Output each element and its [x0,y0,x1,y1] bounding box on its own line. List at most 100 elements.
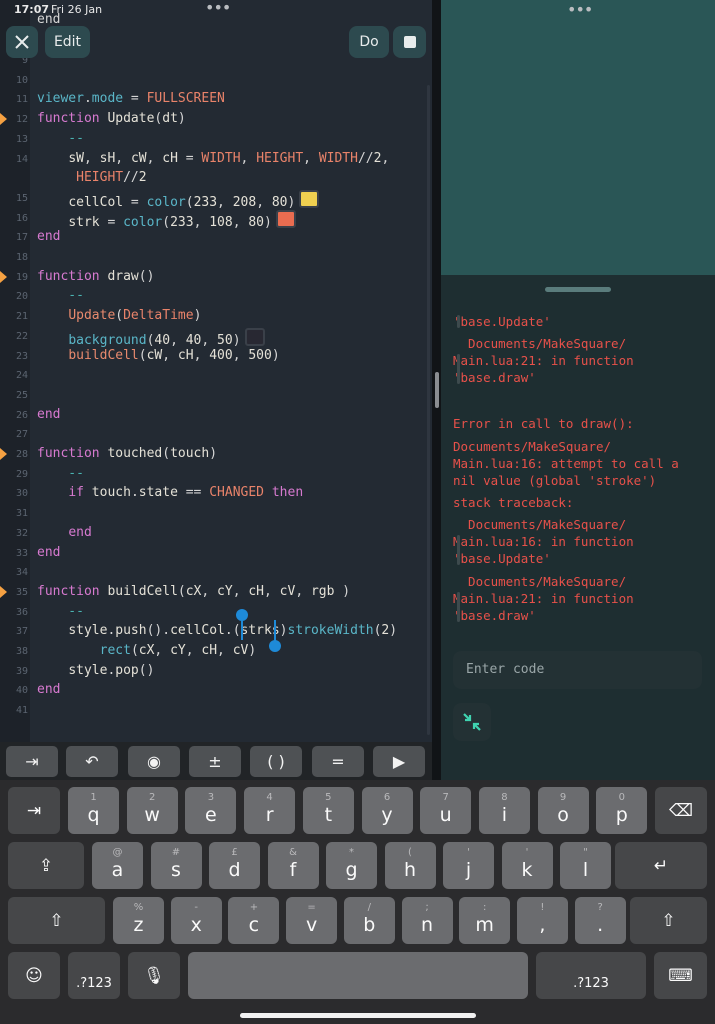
preview-tool-button[interactable]: ◉ [128,746,180,777]
code-editor[interactable]: 9 10 11 12 13 14 15 16 17 18 19 20 21 22 23 24 25 26 27 28 2… [0,0,432,742]
code-line[interactable]: sW, sH, cW, cH = WIDTH, HEIGHT, WIDTH//2… [37,151,389,166]
split-divider[interactable] [432,0,441,780]
delete-key[interactable]: ⌫ [655,787,707,834]
function-marker-icon[interactable] [0,585,7,598]
key-e[interactable]: 3e [185,787,237,834]
key-s[interactable]: # s [150,842,202,889]
console-panel[interactable]: 'base.Update' Documents/MakeSquare/ Main… [441,275,715,780]
edit-button[interactable]: Edit [45,26,90,58]
run-tool-icon: ▶ [392,752,406,771]
space-key[interactable] [188,952,528,999]
code-line[interactable]: end [37,545,60,560]
key-.[interactable]: ?. [574,897,626,944]
parentheses-tool-button[interactable]: ( ) [250,746,302,777]
code-line[interactable]: function buildCell(cX, cY, cH, cV, rgb ) [37,584,350,599]
code-line[interactable]: -- [37,288,84,303]
key-b[interactable]: / b [343,897,395,944]
key-v[interactable]: = v [286,897,338,944]
operators-tool-button[interactable]: ± [189,746,241,777]
hide-keyboard-key[interactable]: ⌨ [654,952,707,999]
function-marker-icon[interactable] [0,448,7,460]
function-marker-icon[interactable] [0,270,7,283]
key-u[interactable]: 7u [420,787,472,834]
code-line[interactable]: end [37,682,60,697]
return-key[interactable]: ↵ [615,842,707,889]
collapse-console-button[interactable] [453,703,491,741]
shift-key-right[interactable]: ⇧ [630,897,707,944]
key-x[interactable]: -x [170,897,222,944]
console-input[interactable]: Enter code [453,651,702,689]
shift-key-left[interactable]: ⇧ [8,897,105,944]
editor-scrollbar[interactable] [427,85,430,735]
key-q[interactable]: 1q [68,787,119,834]
key-m[interactable]: :m [459,897,511,944]
tab-key[interactable]: ⇥ [8,787,60,834]
key-c[interactable]: + c [228,897,280,944]
key-,[interactable]: !, [516,897,568,944]
code-line[interactable]: style.pop() [37,663,154,678]
console-drag-handle[interactable] [545,287,611,292]
code-line[interactable]: function draw() [37,269,154,284]
key-d[interactable]: £ d [209,842,260,889]
dictation-key[interactable]: 🎙︎ [128,952,180,999]
console-message: Documents/MakeSquare/ Main.lua:21: in fu… [453,574,634,623]
code-line[interactable]: buildCell(cW, cH, 400, 500) [37,348,279,363]
code-line[interactable]: rect(cX, cY, cH, cV) [37,643,257,658]
key-l[interactable]: " l [560,842,611,889]
key-a[interactable]: @ a [92,842,143,889]
key-h[interactable]: (h [384,842,436,889]
code-line[interactable]: end [37,407,60,422]
stop-button[interactable] [393,26,426,58]
code-line[interactable]: strk = color(233, 108, 80) [37,209,296,230]
viewer-panel[interactable]: ••• [441,0,715,275]
numbers-key-right[interactable]: .?123 [536,952,646,999]
color-swatch[interactable] [299,189,320,208]
code-line[interactable]: end [37,229,60,244]
code-line[interactable]: viewer.mode = FULLSCREEN [37,91,225,106]
function-marker-icon[interactable] [0,113,7,126]
emoji-key[interactable]: ☺ [8,952,60,999]
key-g[interactable]: * g [326,842,377,889]
multitask-dots-icon[interactable]: ••• [205,0,231,17]
code-line[interactable]: cellCol = color(233, 208, 80) [37,189,320,210]
undo-tool-button[interactable]: ↶ [66,746,118,777]
key-o[interactable]: 9o [537,787,589,834]
key-f[interactable]: & f [267,842,319,889]
code-line[interactable]: -- [37,466,84,481]
key-j[interactable]: ' j [443,842,494,889]
key-alt-label: @ [112,847,123,858]
close-button[interactable] [6,26,38,58]
divider-handle[interactable] [435,372,439,408]
key-label: y [381,804,393,826]
key-z[interactable]: % z [113,897,164,944]
key-w[interactable]: 2w [126,787,178,834]
multitask-dots-icon-right[interactable]: ••• [567,0,593,19]
code-line[interactable]: -- [37,131,84,146]
code-line[interactable]: end [37,525,91,540]
key-p[interactable]: 0p [596,787,648,834]
key-y[interactable]: 6y [361,787,413,834]
key-label: i [501,804,508,826]
code-line[interactable]: background(40, 40, 50) [37,327,265,348]
indent-tool-button[interactable]: ⇥ [6,746,58,777]
key-n[interactable]: ; n [401,897,453,944]
color-swatch[interactable] [275,209,296,228]
code-line[interactable]: -- [37,604,84,619]
key-k[interactable]: ' k [501,842,553,889]
color-swatch[interactable] [244,327,265,346]
code-line[interactable]: style.push().cellCol.(strks)strokeWidth(… [37,623,397,638]
numbers-key-left[interactable]: .?123 [68,952,120,999]
code-line[interactable]: function Update(dt) [37,111,186,126]
caps-lock-key[interactable]: ⇪ [8,842,84,889]
code-line[interactable]: Update(DeltaTime) [37,308,201,323]
equals-tool-button[interactable]: = [312,746,364,777]
line-number: 33 [15,547,28,559]
key-t[interactable]: 5t [302,787,354,834]
key-r[interactable]: 4r [244,787,296,834]
run-tool-button[interactable]: ▶ [373,746,425,777]
code-line[interactable]: HEIGHT//2 [37,170,146,185]
code-line[interactable]: if touch.state == CHANGED then [37,485,303,500]
key-i[interactable]: 8i [478,787,530,834]
do-button[interactable]: Do [349,26,389,58]
code-line[interactable]: function touched(touch) [37,446,217,461]
